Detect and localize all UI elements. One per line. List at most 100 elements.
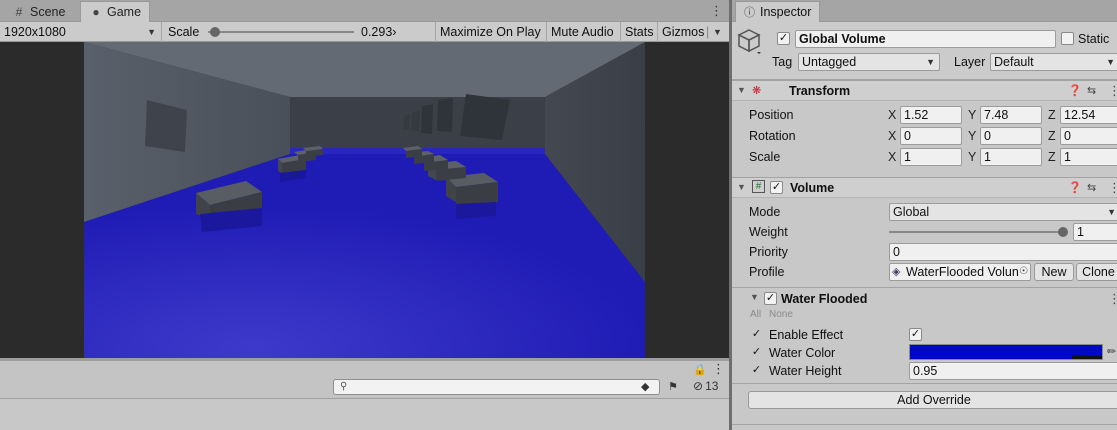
transform-component-header[interactable]: ▼ ❋ Transform ❓ ⇆ ⋮ (732, 80, 1117, 101)
scale-slider-group: Scale 0.293› (162, 22, 436, 42)
enable-effect-checkbox[interactable]: ✓ (909, 328, 922, 341)
profile-field[interactable]: ◈ WaterFlooded Volun ☉ (889, 263, 1031, 281)
scale-y-field[interactable]: 1 (980, 148, 1042, 166)
preset-icon[interactable]: ⇆ (1087, 181, 1096, 194)
profile-asset-icon: ◈ (892, 266, 901, 278)
more-options-icon[interactable]: ⋮ (1108, 291, 1117, 307)
rotation-y-field[interactable]: 0 (980, 127, 1042, 145)
cube-icon[interactable] (737, 28, 761, 54)
rotation-z-field[interactable]: 0 (1060, 127, 1117, 145)
tab-inspector[interactable]: ⓘ Inspector (735, 1, 821, 22)
help-icon[interactable]: ❓ (1068, 84, 1082, 97)
mode-label: Mode (749, 205, 781, 219)
preset-icon[interactable]: ⇆ (1087, 84, 1096, 97)
console-body (0, 399, 729, 430)
tag-label: Tag (772, 55, 793, 69)
override-checkbox[interactable]: ✓ (750, 365, 763, 378)
resolution-dropdown[interactable]: 1920x1080 ▼ (0, 22, 162, 42)
stats-button[interactable]: Stats (621, 22, 658, 42)
clone-profile-button[interactable]: Clone (1076, 263, 1117, 281)
override-checkbox[interactable]: ✓ (750, 347, 763, 360)
priority-field[interactable]: 0 (889, 243, 1117, 261)
volume-component-header[interactable]: ▼ # ✓ Volume ❓ ⇆ ⋮ (732, 177, 1117, 198)
more-options-icon[interactable]: ⋮ (710, 3, 723, 19)
eyedropper-icon[interactable]: ✏ (1107, 345, 1116, 358)
fold-arrow-icon[interactable]: ▼ (737, 85, 746, 95)
search-icon: ⚲ (340, 381, 348, 392)
volume-mode-row: Mode Global ▼ (732, 202, 1117, 222)
volume-profile-row: Profile ◈ WaterFlooded Volun ☉ New Clone (732, 262, 1117, 282)
inspector-tab-bar: ⓘ Inspector (732, 0, 1117, 22)
help-icon[interactable]: ❓ (1068, 181, 1082, 194)
console-search-input[interactable]: ⚲ (333, 379, 660, 395)
script-icon: # (752, 180, 765, 193)
collapse-icon[interactable]: ◆ (641, 380, 649, 393)
maximize-on-play-button[interactable]: Maximize On Play (436, 22, 547, 42)
chevron-down-icon: ▼ (147, 27, 156, 37)
weight-field[interactable]: 1 (1073, 223, 1117, 241)
more-options-icon[interactable]: ⋮ (1108, 180, 1117, 196)
transform-row-label: Scale (749, 150, 781, 164)
axis-y-label: Y (968, 129, 977, 143)
rotation-x-field[interactable]: 0 (900, 127, 962, 145)
water-flooded-enabled-checkbox[interactable]: ✓ (764, 292, 777, 305)
add-override-button[interactable]: Add Override (748, 391, 1117, 409)
tab-game[interactable]: ● Game (80, 1, 151, 22)
resolution-value: 1920x1080 (4, 25, 66, 39)
tag-dropdown[interactable]: Untagged ▼ (798, 53, 940, 71)
transform-title: Transform (789, 84, 851, 98)
position-x-field[interactable]: 1.52 (900, 106, 962, 124)
lock-icon[interactable]: 🔒 (693, 363, 707, 376)
weight-slider-handle[interactable] (1058, 227, 1068, 237)
tab-scene-label: Scene (30, 4, 66, 19)
game-view-viewport[interactable] (0, 42, 729, 358)
gizmos-button[interactable]: Gizmos | ▼ (658, 22, 729, 42)
divider (732, 383, 1117, 384)
water-flooded-title: Water Flooded (781, 292, 868, 306)
layer-value: Default (994, 55, 1034, 69)
volume-enabled-checkbox[interactable]: ✓ (770, 181, 783, 194)
water-color-swatch[interactable] (909, 344, 1103, 360)
select-none-link[interactable]: None (769, 309, 793, 320)
inspector-panel: ⓘ Inspector ✓ Global Volume Static Tag U… (732, 0, 1117, 430)
position-z-field[interactable]: 12.54 (1060, 106, 1117, 124)
volume-weight-row: Weight 1 (732, 222, 1117, 242)
override-checkbox[interactable]: ✓ (750, 329, 763, 342)
axis-x-label: X (888, 150, 897, 164)
object-picker-icon[interactable]: ☉ (1019, 264, 1028, 280)
hidden-count-toggle[interactable]: ⊘ 13 (693, 379, 718, 393)
static-checkbox[interactable] (1061, 32, 1074, 45)
tag-icon[interactable]: ⚑ (668, 380, 678, 393)
scale-slider-track[interactable] (208, 31, 354, 33)
more-options-icon[interactable]: ⋮ (1108, 83, 1117, 99)
enable-effect-row: ✓ Enable Effect ✓ (732, 325, 1117, 345)
fold-arrow-icon[interactable]: ▼ (737, 182, 746, 192)
more-options-icon[interactable]: ⋮ (712, 361, 725, 377)
mode-value: Global (893, 205, 930, 219)
scale-value: 0.293› (361, 25, 397, 39)
mute-audio-button[interactable]: Mute Audio (547, 22, 621, 42)
position-y-field[interactable]: 7.48 (980, 106, 1042, 124)
maximize-on-play-label: Maximize On Play (440, 25, 541, 39)
scale-label: Scale (168, 25, 200, 39)
tag-value: Untagged (802, 55, 857, 69)
tab-inspector-label: Inspector (760, 5, 812, 19)
weight-slider-track[interactable] (889, 231, 1063, 233)
fold-arrow-icon[interactable]: ▼ (750, 292, 759, 302)
mode-dropdown[interactable]: Global ▼ (889, 203, 1117, 221)
scale-z-field[interactable]: 1 (1060, 148, 1117, 166)
axis-y-label: Y (968, 150, 977, 164)
select-all-link[interactable]: All (750, 309, 761, 320)
object-active-checkbox[interactable]: ✓ (777, 32, 790, 45)
scale-slider-handle[interactable] (210, 27, 221, 37)
layer-dropdown[interactable]: Default ▼ (990, 53, 1117, 71)
axis-x-label: X (888, 129, 897, 143)
grid-icon: # (15, 4, 23, 19)
water-flooded-header[interactable]: ▼ ✓ Water Flooded ⋮ (732, 287, 1117, 308)
object-name-field[interactable]: Global Volume (795, 30, 1056, 48)
new-profile-button[interactable]: New (1034, 263, 1074, 281)
tab-scene[interactable]: # Scene (4, 1, 73, 22)
water-height-field[interactable]: 0.95 (909, 362, 1117, 380)
layer-label: Layer (954, 55, 986, 69)
scale-x-field[interactable]: 1 (900, 148, 962, 166)
